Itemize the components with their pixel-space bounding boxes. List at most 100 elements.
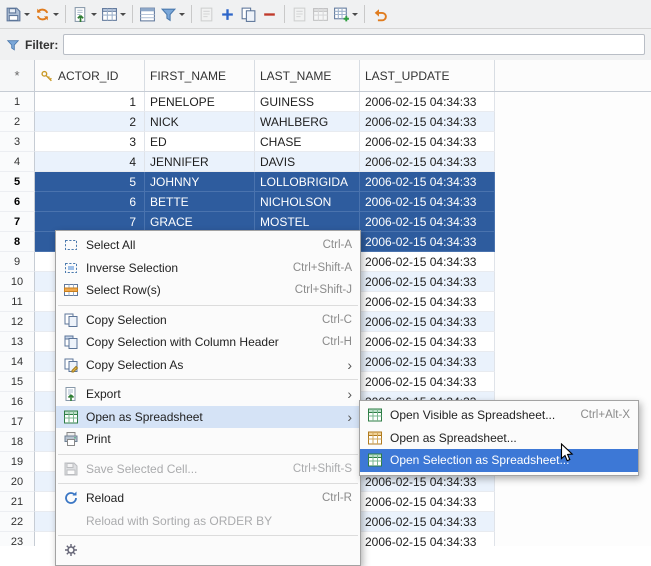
table-row[interactable]: 33EDCHASE2006-02-15 04:34:33 [0, 132, 651, 152]
cell-id[interactable]: 6 [35, 192, 145, 212]
cell-first[interactable]: ED [145, 132, 255, 152]
cell-first[interactable]: PENELOPE [145, 92, 255, 112]
duplicate-row-button[interactable] [238, 2, 259, 26]
row-number[interactable]: 11 [0, 292, 35, 312]
table-row[interactable]: 55JOHNNYLOLLOBRIGIDA2006-02-15 04:34:33 [0, 172, 651, 192]
menu-item-export[interactable]: Export› [56, 383, 360, 406]
cell-first[interactable]: JENNIFER [145, 152, 255, 172]
delete-row-button[interactable] [259, 2, 280, 26]
cell-first[interactable]: NICK [145, 112, 255, 132]
row-number[interactable]: 7 [0, 212, 35, 232]
row-number[interactable]: 4 [0, 152, 35, 172]
row-number[interactable]: 23 [0, 532, 35, 546]
column-header-updated[interactable]: LAST_UPDATE [360, 60, 495, 91]
row-number[interactable]: 9 [0, 252, 35, 272]
row-number[interactable]: 17 [0, 412, 35, 432]
grid-view-button[interactable] [99, 2, 128, 26]
table-row[interactable]: 22NICKWAHLBERG2006-02-15 04:34:33 [0, 112, 651, 132]
column-header-id[interactable]: ACTOR_ID [35, 60, 145, 91]
row-number[interactable]: 2 [0, 112, 35, 132]
cell-updated[interactable]: 2006-02-15 04:34:33 [360, 352, 495, 372]
row-number[interactable]: 10 [0, 272, 35, 292]
table-row[interactable]: 77GRACEMOSTEL2006-02-15 04:34:33 [0, 212, 651, 232]
row-number[interactable]: 16 [0, 392, 35, 412]
cell-last[interactable]: MOSTEL [255, 212, 360, 232]
menu-item-partial-item[interactable] [56, 539, 360, 562]
cell-updated[interactable]: 2006-02-15 04:34:33 [360, 332, 495, 352]
cell-updated[interactable]: 2006-02-15 04:34:33 [360, 192, 495, 212]
menu-item-copy-selection-as[interactable]: Copy Selection As› [56, 354, 360, 377]
submenu-item-open-selection-as-spreadsheet[interactable]: Open Selection as Spreadsheet... [360, 449, 638, 472]
menu-item-reload[interactable]: ReloadCtrl-R [56, 487, 360, 510]
save-button[interactable] [3, 2, 32, 26]
cell-last[interactable]: WAHLBERG [255, 112, 360, 132]
refresh-button[interactable] [32, 2, 61, 26]
table-row[interactable]: 44JENNIFERDAVIS2006-02-15 04:34:33 [0, 152, 651, 172]
cell-last[interactable]: GUINESS [255, 92, 360, 112]
cell-last[interactable]: LOLLOBRIGIDA [255, 172, 360, 192]
row-number[interactable]: 1 [0, 92, 35, 112]
cell-id[interactable]: 3 [35, 132, 145, 152]
cell-updated[interactable]: 2006-02-15 04:34:33 [360, 152, 495, 172]
menu-item-copy-selection[interactable]: Copy SelectionCtrl-C [56, 309, 360, 332]
cell-first[interactable]: BETTE [145, 192, 255, 212]
cell-updated[interactable]: 2006-02-15 04:34:33 [360, 532, 495, 546]
cell-updated[interactable]: 2006-02-15 04:34:33 [360, 312, 495, 332]
cell-updated[interactable]: 2006-02-15 04:34:33 [360, 512, 495, 532]
cell-last[interactable]: NICHOLSON [255, 192, 360, 212]
row-number[interactable]: 5 [0, 172, 35, 192]
cell-updated[interactable]: 2006-02-15 04:34:33 [360, 372, 495, 392]
cell-last[interactable]: CHASE [255, 132, 360, 152]
cell-updated[interactable]: 2006-02-15 04:34:33 [360, 112, 495, 132]
cell-id[interactable]: 7 [35, 212, 145, 232]
add-row-button[interactable] [217, 2, 238, 26]
row-number[interactable]: 13 [0, 332, 35, 352]
cell-updated[interactable]: 2006-02-15 04:34:33 [360, 492, 495, 512]
row-number[interactable]: 18 [0, 432, 35, 452]
submenu-item-open-visible-as-spreadsheet[interactable]: Open Visible as Spreadsheet...Ctrl+Alt-X [360, 404, 638, 427]
row-number[interactable]: 14 [0, 352, 35, 372]
filters-button[interactable] [158, 2, 187, 26]
column-header-first[interactable]: FIRST_NAME [145, 60, 255, 91]
cell-id[interactable]: 1 [35, 92, 145, 112]
menu-item-select-rows[interactable]: Select Row(s)Ctrl+Shift-J [56, 279, 360, 302]
cell-updated[interactable]: 2006-02-15 04:34:33 [360, 132, 495, 152]
row-number[interactable]: 19 [0, 452, 35, 472]
cell-first[interactable]: GRACE [145, 212, 255, 232]
row-number[interactable]: 8 [0, 232, 35, 252]
cell-id[interactable]: 4 [35, 152, 145, 172]
panels-button[interactable] [137, 2, 158, 26]
filter-input[interactable] [63, 34, 645, 55]
row-number[interactable]: 22 [0, 512, 35, 532]
cell-updated[interactable]: 2006-02-15 04:34:33 [360, 252, 495, 272]
row-number[interactable]: 12 [0, 312, 35, 332]
cell-updated[interactable]: 2006-02-15 04:34:33 [360, 172, 495, 192]
cell-updated[interactable]: 2006-02-15 04:34:33 [360, 272, 495, 292]
export-resultset-button[interactable] [70, 2, 99, 26]
menu-item-inverse-selection[interactable]: Inverse SelectionCtrl+Shift-A [56, 257, 360, 280]
table-row[interactable]: 11PENELOPEGUINESS2006-02-15 04:34:33 [0, 92, 651, 112]
row-number[interactable]: 3 [0, 132, 35, 152]
cell-first[interactable]: JOHNNY [145, 172, 255, 192]
cell-updated[interactable]: 2006-02-15 04:34:33 [360, 232, 495, 252]
submenu-item-open-as-spreadsheet-file[interactable]: Open as Spreadsheet... [360, 427, 638, 450]
cell-updated[interactable]: 2006-02-15 04:34:33 [360, 92, 495, 112]
column-header-last[interactable]: LAST_NAME [255, 60, 360, 91]
menu-item-select-all[interactable]: Select AllCtrl-A [56, 234, 360, 257]
row-number[interactable]: 15 [0, 372, 35, 392]
menu-item-print[interactable]: Print [56, 428, 360, 451]
cell-id[interactable]: 5 [35, 172, 145, 192]
row-number[interactable]: 6 [0, 192, 35, 212]
cell-id[interactable]: 2 [35, 112, 145, 132]
menu-item-copy-selection-with-column-header[interactable]: Copy Selection with Column HeaderCtrl-H [56, 331, 360, 354]
table-row[interactable]: 66BETTENICHOLSON2006-02-15 04:34:33 [0, 192, 651, 212]
cell-updated[interactable]: 2006-02-15 04:34:33 [360, 292, 495, 312]
grid-corner-cell[interactable]: * [0, 60, 35, 91]
open-spreadsheet-button[interactable] [331, 2, 360, 26]
cell-last[interactable]: DAVIS [255, 152, 360, 172]
menu-item-open-as-spreadsheet[interactable]: Open as Spreadsheet› [56, 406, 360, 429]
cell-updated[interactable]: 2006-02-15 04:34:33 [360, 212, 495, 232]
row-number[interactable]: 20 [0, 472, 35, 492]
undo-button[interactable] [369, 2, 390, 26]
row-number[interactable]: 21 [0, 492, 35, 512]
